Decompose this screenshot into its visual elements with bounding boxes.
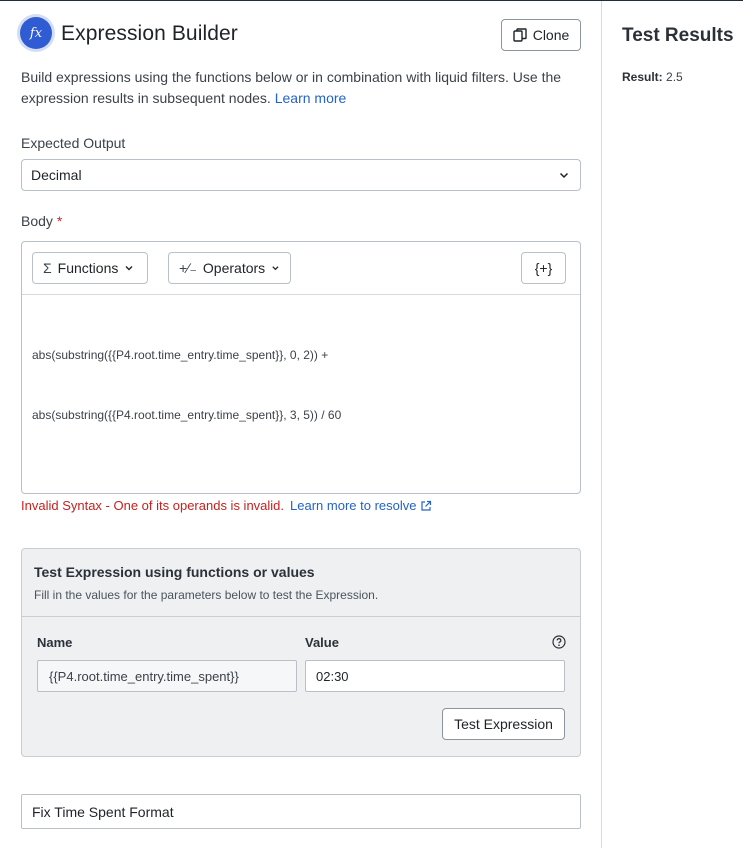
functions-button[interactable]: Σ Functions	[32, 252, 148, 284]
expected-output-label: Expected Output	[21, 135, 126, 151]
operators-label: Operators	[202, 260, 266, 276]
test-results-panel: Test Results Result: 2.5	[602, 1, 743, 848]
chevron-down-icon	[125, 266, 133, 271]
clone-label: Clone	[532, 27, 570, 43]
test-expression-button[interactable]: Test Expression	[442, 708, 565, 740]
result-line: Result: 2.5	[622, 70, 683, 84]
test-panel-header: Test Expression using functions or value…	[22, 549, 580, 617]
chevron-down-icon	[559, 172, 569, 179]
resolve-link-label: Learn more to resolve	[290, 498, 417, 513]
fx-logo-icon: fx	[20, 17, 52, 49]
page-title: Expression Builder	[61, 22, 238, 45]
external-link-icon	[421, 500, 432, 511]
node-name-input[interactable]	[21, 794, 581, 829]
result-label: Result:	[622, 70, 663, 84]
required-marker: *	[56, 213, 63, 229]
test-results-title: Test Results	[622, 25, 734, 46]
name-column-header: Name	[37, 635, 73, 650]
plus-minus-icon: +∕₋	[179, 259, 197, 276]
help-icon[interactable]	[552, 635, 566, 649]
expression-code[interactable]: abs(substring({{P4.root.time_entry.time_…	[32, 305, 572, 465]
expected-output-value: Decimal	[31, 167, 82, 183]
validation-message: Invalid Syntax - One of its operands is …	[21, 498, 432, 513]
parameter-value-input[interactable]	[305, 660, 565, 692]
code-line: abs(substring({{P4.root.time_entry.time_…	[32, 408, 342, 422]
expression-editor: Σ Functions +∕₋ Operators {+} abs(substr…	[21, 241, 581, 494]
learn-more-resolve-link[interactable]: Learn more to resolve	[290, 498, 432, 513]
functions-label: Functions	[57, 260, 119, 276]
sigma-icon: Σ	[43, 260, 52, 276]
expression-builder-panel: fx Expression Builder Clone Build expres…	[0, 1, 601, 848]
value-column-header: Value	[305, 635, 339, 650]
body-label: Body *	[21, 213, 62, 229]
result-value: 2.5	[666, 70, 683, 84]
test-panel-title: Test Expression using functions or value…	[34, 564, 315, 580]
chevron-down-icon	[272, 266, 279, 271]
code-line: abs(substring({{P4.root.time_entry.time_…	[32, 348, 329, 362]
body-label-text: Body	[21, 213, 53, 229]
insert-variable-button[interactable]: {+}	[521, 252, 566, 284]
clone-button[interactable]: Clone	[501, 19, 581, 51]
operators-button[interactable]: +∕₋ Operators	[168, 252, 291, 284]
error-text: Invalid Syntax - One of its operands is …	[21, 498, 285, 513]
expected-output-select[interactable]: Decimal	[21, 159, 581, 191]
test-panel-subtitle: Fill in the values for the parameters be…	[34, 588, 379, 602]
insert-variable-icon: {+}	[534, 260, 553, 276]
learn-more-link[interactable]: Learn more	[275, 90, 347, 106]
description: Build expressions using the functions be…	[21, 67, 581, 109]
copy-icon	[513, 28, 527, 42]
editor-toolbar: Σ Functions +∕₋ Operators {+}	[22, 242, 580, 295]
parameter-name-field: {{P4.root.time_entry.time_spent}}	[37, 660, 297, 692]
test-expression-panel: Test Expression using functions or value…	[21, 548, 581, 757]
